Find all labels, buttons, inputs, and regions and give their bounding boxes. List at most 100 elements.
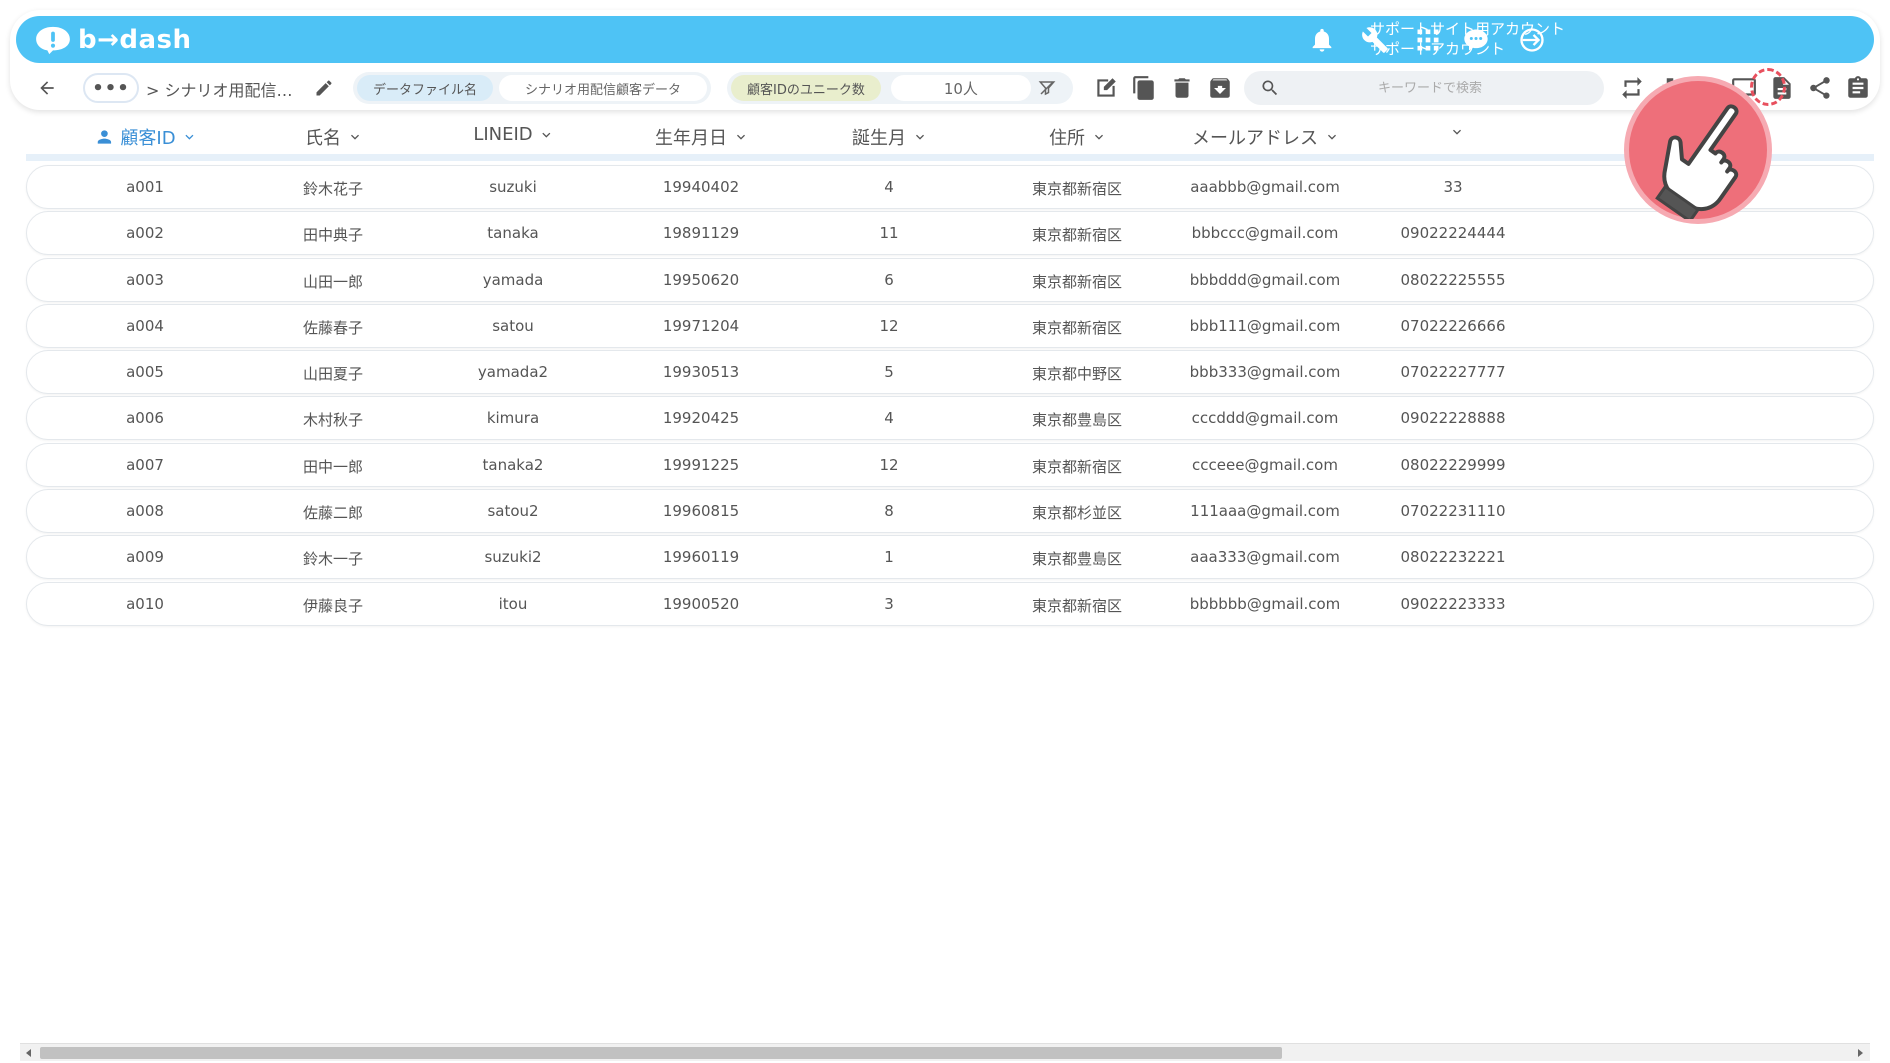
table-row[interactable]: a002 田中典子 tanaka 19891129 11 東京都新宿区 bbbccc@gma… [26, 211, 1874, 256]
column-header-label: 顧客ID [120, 128, 176, 149]
table-cell: bbb333@gmail.com [1189, 363, 1341, 382]
table-cell: 田中典子 [302, 226, 364, 245]
table-cell: 東京都杉並区 [1031, 504, 1123, 523]
assistant-icon[interactable] [1460, 24, 1492, 56]
column-header-4[interactable]: 誕生月 [852, 124, 928, 150]
page: b→dash サポートサイト用アカウント サポートアカウント ••• > シナリ… [0, 0, 1890, 1063]
table-cell: a003 [126, 270, 164, 289]
back-arrow-icon[interactable] [34, 76, 60, 100]
table-row[interactable]: a010 伊藤良子 itou 19900520 3 東京都新宿区 bbbbbb@gmail.… [26, 581, 1874, 626]
column-header-label: 誕生月 [852, 128, 906, 149]
table-cell: satou2 [487, 502, 539, 521]
table-cell: 19940402 [662, 178, 740, 196]
table-cell: a010 [126, 594, 164, 613]
chevron-down-icon [1324, 129, 1340, 145]
table-cell: 1 [884, 548, 894, 567]
bell-icon[interactable] [1306, 24, 1338, 56]
table-cell: tanaka2 [482, 455, 544, 474]
chevron-down-icon [1091, 129, 1107, 145]
table-cell: a008 [126, 502, 164, 521]
table-row[interactable]: a006 木村秋子 kimura 19920425 4 東京都豊島区 cccddd@gmai… [26, 396, 1874, 441]
clipboard-icon[interactable] [1844, 74, 1872, 102]
column-header-2[interactable]: LINEID [473, 124, 554, 145]
table-cell: 09022224444 [1400, 224, 1506, 243]
table-cell: a006 [126, 409, 164, 428]
trash-icon[interactable] [1168, 74, 1196, 102]
table-cell: 山田一郎 [302, 272, 364, 291]
datafile-pill: データファイル名 シナリオ用配信顧客データ [353, 72, 711, 104]
pencil-icon[interactable] [312, 76, 336, 100]
table-cell: 07022226666 [1400, 316, 1506, 335]
table-cell: 鈴木花子 [302, 180, 364, 198]
table-row[interactable]: a009 鈴木一子 suzuki2 19960119 1 東京都豊島区 aaa333@gma… [26, 535, 1874, 580]
table-row[interactable]: a001 鈴木花子 suzuki 19940402 4 東京都新宿区 aaabbb@gmai… [26, 165, 1874, 209]
archive-icon[interactable] [1206, 74, 1234, 102]
table-cell: 08022225555 [1400, 270, 1506, 289]
breadcrumb[interactable]: > シナリオ用配信… [146, 77, 293, 101]
scrollbar-thumb[interactable] [40, 1047, 1282, 1059]
table-cell: 木村秋子 [302, 411, 364, 430]
table-cell: 11 [879, 224, 899, 243]
chevron-down-icon [1449, 124, 1465, 140]
table-cell: 東京都新宿区 [1031, 318, 1123, 337]
scroll-left-icon[interactable] [23, 1047, 35, 1059]
table-cell: 12 [879, 316, 899, 335]
table-cell: a009 [126, 548, 164, 567]
logout-icon[interactable] [1516, 24, 1548, 56]
table-cell: 田中一郎 [302, 457, 364, 476]
table-cell: 8 [884, 502, 894, 521]
header-divider [26, 154, 1874, 161]
datafile-label: データファイル名 [357, 75, 494, 101]
user-icon [94, 127, 114, 147]
table-cell: 08022232221 [1400, 548, 1506, 567]
horizontal-scrollbar[interactable] [20, 1043, 1870, 1061]
table-cell: cccddd@gmail.com [1191, 409, 1339, 428]
logo[interactable]: b→dash [34, 25, 192, 55]
share-icon[interactable] [1806, 74, 1834, 102]
column-header-3[interactable]: 生年月日 [655, 124, 749, 150]
table-row[interactable]: a008 佐藤二郎 satou2 19960815 8 東京都杉並区 111aaa@gmai… [26, 489, 1874, 534]
column-header-7[interactable] [1443, 124, 1465, 140]
table-cell: 19920425 [662, 409, 740, 428]
chevron-down-icon [347, 129, 363, 145]
table-row[interactable]: a004 佐藤春子 satou 19971204 12 東京都新宿区 bbb111@gmai… [26, 303, 1874, 348]
table-cell: yamada [482, 270, 544, 289]
table-cell: itou [498, 594, 528, 613]
apps-grid-icon[interactable] [1412, 24, 1444, 56]
column-header-1[interactable]: 氏名 [305, 124, 363, 150]
column-header-label: LINEID [473, 124, 533, 145]
table-cell: 19900520 [662, 594, 740, 613]
table-cell: 東京都豊島区 [1031, 550, 1123, 569]
table-row[interactable]: a005 山田夏子 yamada2 19930513 5 東京都中野区 bbb333@gma… [26, 350, 1874, 395]
filter-off-icon[interactable] [1038, 79, 1056, 97]
table-row[interactable]: a003 山田一郎 yamada 19950620 6 東京都新宿区 bbbddd@gmai… [26, 257, 1874, 302]
table-cell: 佐藤二郎 [302, 504, 364, 523]
table-cell: 東京都新宿区 [1031, 272, 1123, 291]
search-icon [1262, 80, 1278, 96]
column-header-0[interactable]: 顧客ID [94, 124, 197, 150]
scroll-right-icon[interactable] [1854, 1047, 1866, 1059]
unique-count-pill: 顧客IDのユニーク数 10人 [727, 72, 1073, 104]
table-cell: 07022227777 [1400, 363, 1506, 382]
column-header-label: メールアドレス [1192, 128, 1318, 149]
table-cell: 111aaa@gmail.com [1190, 502, 1340, 521]
table-cell: 12 [879, 455, 899, 474]
column-header-6[interactable]: メールアドレス [1192, 124, 1340, 150]
table-cell: 19930513 [662, 363, 740, 382]
table-row[interactable]: a007 田中一郎 tanaka2 19991225 12 東京都新宿区 ccceee@gm… [26, 442, 1874, 487]
table-cell: bbbccc@gmail.com [1191, 224, 1339, 243]
edit-icon[interactable] [1092, 74, 1120, 102]
table-cell: 19971204 [662, 316, 740, 335]
table-cell: 19950620 [662, 270, 740, 289]
chevron-down-icon [733, 129, 749, 145]
table-cell: 33 [1443, 178, 1463, 196]
wrench-icon[interactable] [1359, 24, 1391, 56]
column-header-5[interactable]: 住所 [1049, 124, 1107, 150]
search-box[interactable] [1244, 71, 1604, 105]
table-cell: 東京都豊島区 [1031, 411, 1123, 430]
copy-icon[interactable] [1130, 74, 1158, 102]
logo-text: b→dash [78, 24, 192, 55]
table-cell: 19891129 [662, 224, 740, 243]
more-breadcrumb-button[interactable]: ••• [83, 73, 139, 103]
search-input[interactable] [1280, 80, 1580, 96]
